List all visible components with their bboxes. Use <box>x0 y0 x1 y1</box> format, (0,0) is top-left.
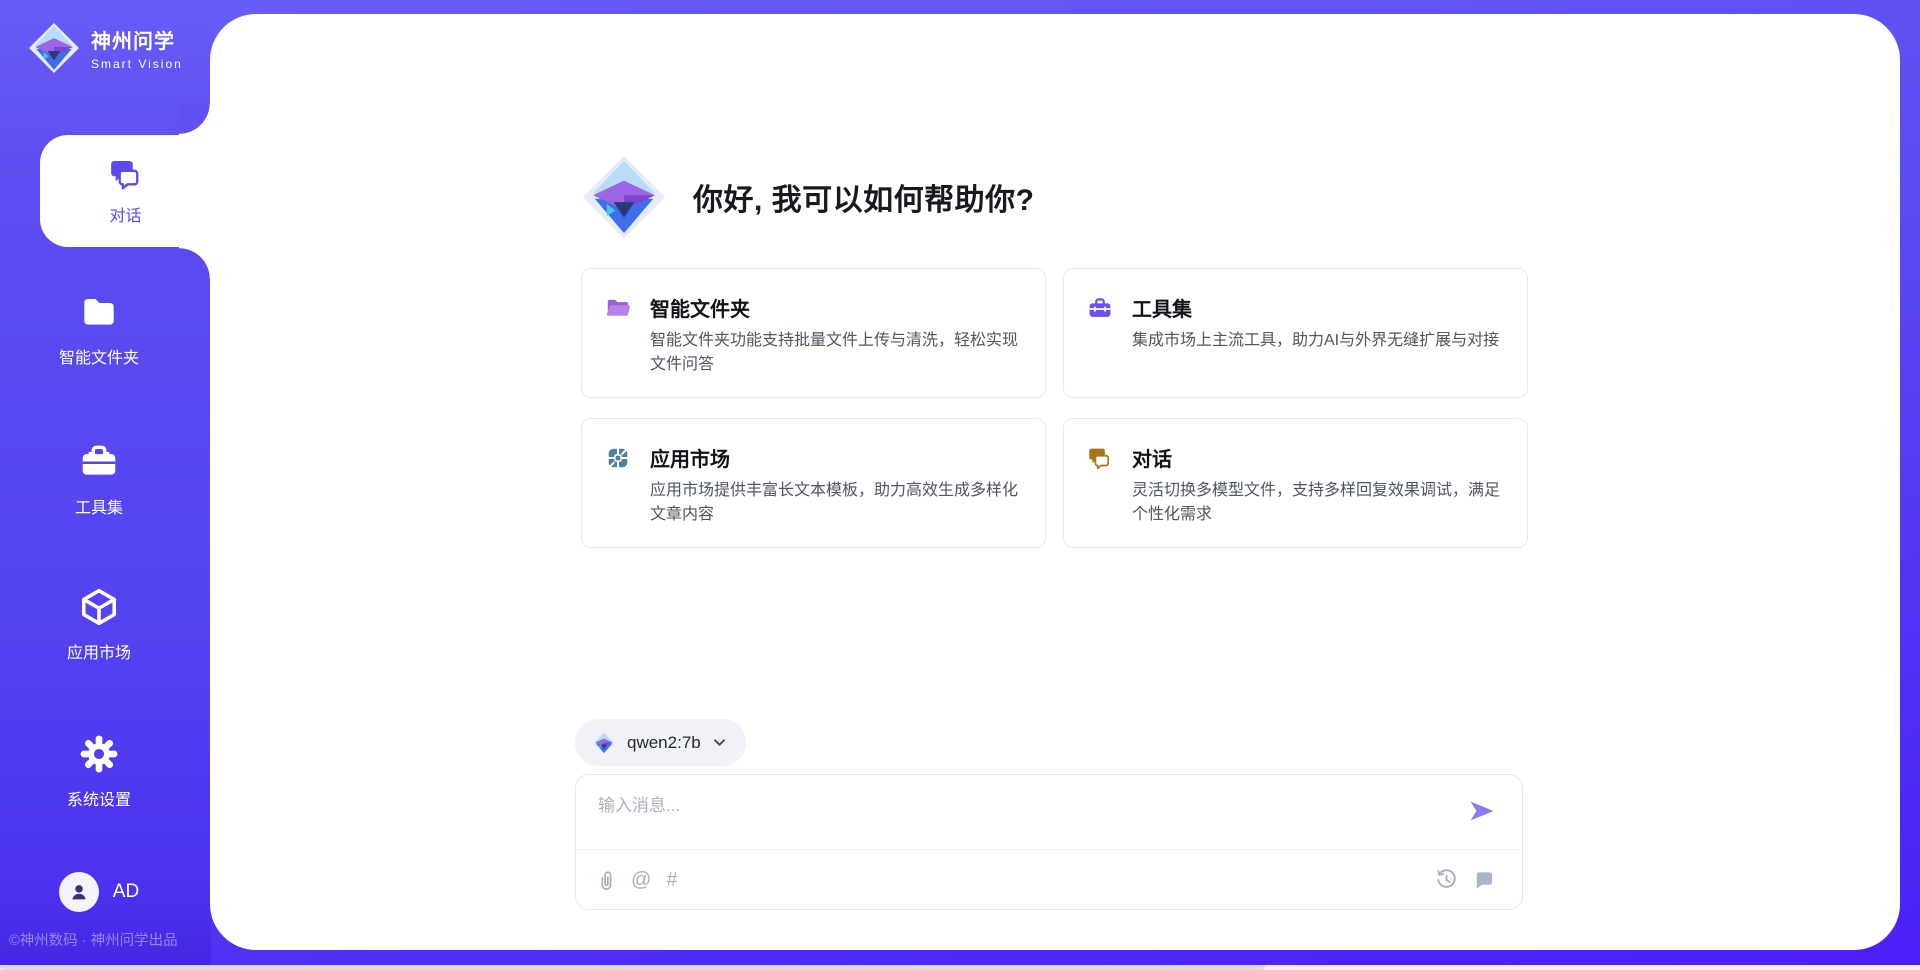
comment-icon <box>1473 869 1494 890</box>
brand[interactable]: 神州问学 Smart Vision <box>28 22 183 74</box>
active-tab-bottom-fillet <box>179 247 211 279</box>
open-folder-icon <box>605 295 631 321</box>
chevron-down-icon <box>712 735 727 750</box>
message-input[interactable] <box>598 791 1418 843</box>
card-description: 灵活切换多模型文件，支持多样回复效果调试，满足个性化需求 <box>1132 479 1503 527</box>
sidebar: 神州问学 Smart Vision 对话 智能文件夹 工具集 应用市场 <box>0 0 211 970</box>
scrollbar-thumb[interactable] <box>0 965 1265 970</box>
card-title: 对话 <box>1132 443 1172 472</box>
sidebar-item-folders[interactable]: 智能文件夹 <box>0 291 198 368</box>
assistant-gem-icon <box>581 154 667 240</box>
card-description: 智能文件夹功能支持批量文件上传与清洗，轻松实现文件问答 <box>650 329 1021 377</box>
composer-toolbar: @ # <box>576 849 1522 909</box>
brand-text: 神州问学 Smart Vision <box>91 25 183 71</box>
card-description: 应用市场提供丰富长文本模板，助力高效生成多样化文章内容 <box>650 479 1021 527</box>
sidebar-item-label: 应用市场 <box>67 639 131 663</box>
folder-icon <box>78 291 120 333</box>
brand-logo-gem-icon <box>28 22 80 74</box>
card-title: 应用市场 <box>650 443 730 472</box>
user-initials: AD <box>113 881 139 903</box>
horizontal-scrollbar[interactable] <box>0 965 1920 970</box>
briefcase-icon <box>78 441 120 483</box>
card-title: 工具集 <box>1132 293 1192 322</box>
sidebar-item-apps[interactable]: 应用市场 <box>0 586 198 663</box>
copyright-text: ©神州数码 · 神州问学出品 <box>9 929 209 950</box>
sidebar-item-label: 系统设置 <box>67 786 131 810</box>
sidebar-item-label: 工具集 <box>75 494 123 518</box>
avatar <box>59 872 99 912</box>
brand-name: 神州问学 <box>91 25 183 54</box>
mention-button[interactable]: @ <box>631 870 651 890</box>
attach-file-button[interactable] <box>596 869 616 891</box>
gear-icon <box>78 733 120 775</box>
greeting: 你好, 我可以如何帮助你? <box>581 14 1529 240</box>
feature-cards: 智能文件夹 智能文件夹功能支持批量文件上传与清洗，轻松实现文件问答 工具集 集成… <box>581 268 1529 548</box>
model-selector[interactable]: qwen2:7b <box>575 719 746 766</box>
send-icon <box>1468 798 1496 824</box>
send-button[interactable] <box>1468 798 1496 824</box>
model-gem-icon <box>592 731 616 755</box>
at-icon: @ <box>631 870 651 890</box>
history-button[interactable] <box>1435 868 1458 891</box>
active-tab-top-fillet <box>179 103 211 135</box>
chat-bubbles-icon <box>1087 445 1113 471</box>
composer: qwen2:7b @ <box>575 719 1523 910</box>
sidebar-item-label: 对话 <box>109 202 141 226</box>
cube-icon <box>78 586 120 628</box>
hash-icon: # <box>666 870 677 890</box>
new-chat-button[interactable] <box>1473 869 1494 890</box>
card-toolset[interactable]: 工具集 集成市场上主流工具，助力AI与外界无缝扩展与对接 <box>1063 268 1528 398</box>
sidebar-item-label: 智能文件夹 <box>59 344 139 368</box>
card-title: 智能文件夹 <box>650 293 750 322</box>
user-account[interactable]: AD <box>0 872 198 912</box>
model-name: qwen2:7b <box>627 733 701 753</box>
briefcase-icon <box>1087 295 1113 321</box>
message-input-box: @ # <box>575 774 1523 910</box>
greeting-title: 你好, 我可以如何帮助你? <box>693 175 1035 219</box>
paperclip-icon <box>596 869 616 891</box>
chat-bubbles-icon <box>108 156 144 192</box>
sidebar-item-chat[interactable]: 对话 <box>40 135 211 247</box>
card-description: 集成市场上主流工具，助力AI与外界无缝扩展与对接 <box>1132 329 1503 353</box>
pixel-cube-icon <box>605 445 631 471</box>
brand-tagline: Smart Vision <box>91 57 183 71</box>
card-chat[interactable]: 对话 灵活切换多模型文件，支持多样回复效果调试，满足个性化需求 <box>1063 418 1528 548</box>
history-icon <box>1435 868 1458 891</box>
topic-button[interactable]: # <box>666 870 677 890</box>
card-app-market[interactable]: 应用市场 应用市场提供丰富长文本模板，助力高效生成多样化文章内容 <box>581 418 1046 548</box>
main-panel: 你好, 我可以如何帮助你? 智能文件夹 智能文件夹功能支持批量文件上传与清洗，轻… <box>210 14 1900 950</box>
person-icon <box>68 881 90 903</box>
card-smart-folder[interactable]: 智能文件夹 智能文件夹功能支持批量文件上传与清洗，轻松实现文件问答 <box>581 268 1046 398</box>
sidebar-item-settings[interactable]: 系统设置 <box>0 733 198 810</box>
sidebar-item-tools[interactable]: 工具集 <box>0 441 198 518</box>
